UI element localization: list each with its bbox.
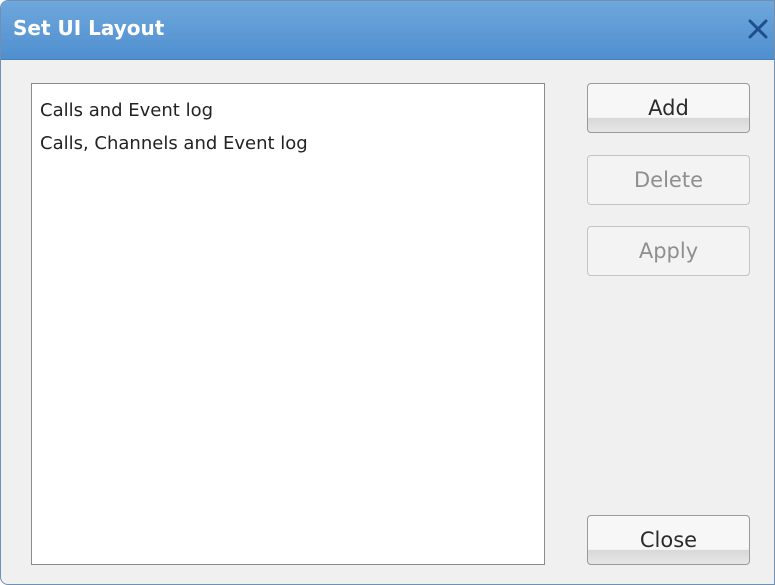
dialog-title: Set UI Layout	[13, 16, 165, 40]
delete-button[interactable]: Delete	[587, 155, 750, 205]
list-item-calls-event-log[interactable]: Calls and Event log	[32, 94, 544, 127]
set-ui-layout-dialog: Set UI Layout Calls and Event log Calls,…	[0, 0, 775, 585]
list-item-calls-channels-event-log[interactable]: Calls, Channels and Event log	[32, 127, 544, 160]
add-button[interactable]: Add	[587, 83, 750, 133]
close-button[interactable]: Close	[587, 515, 750, 565]
layouts-list[interactable]: Calls and Event log Calls, Channels and …	[31, 83, 545, 565]
close-icon[interactable]	[744, 15, 772, 43]
title-bar: Set UI Layout	[1, 1, 774, 60]
apply-button[interactable]: Apply	[587, 226, 750, 276]
